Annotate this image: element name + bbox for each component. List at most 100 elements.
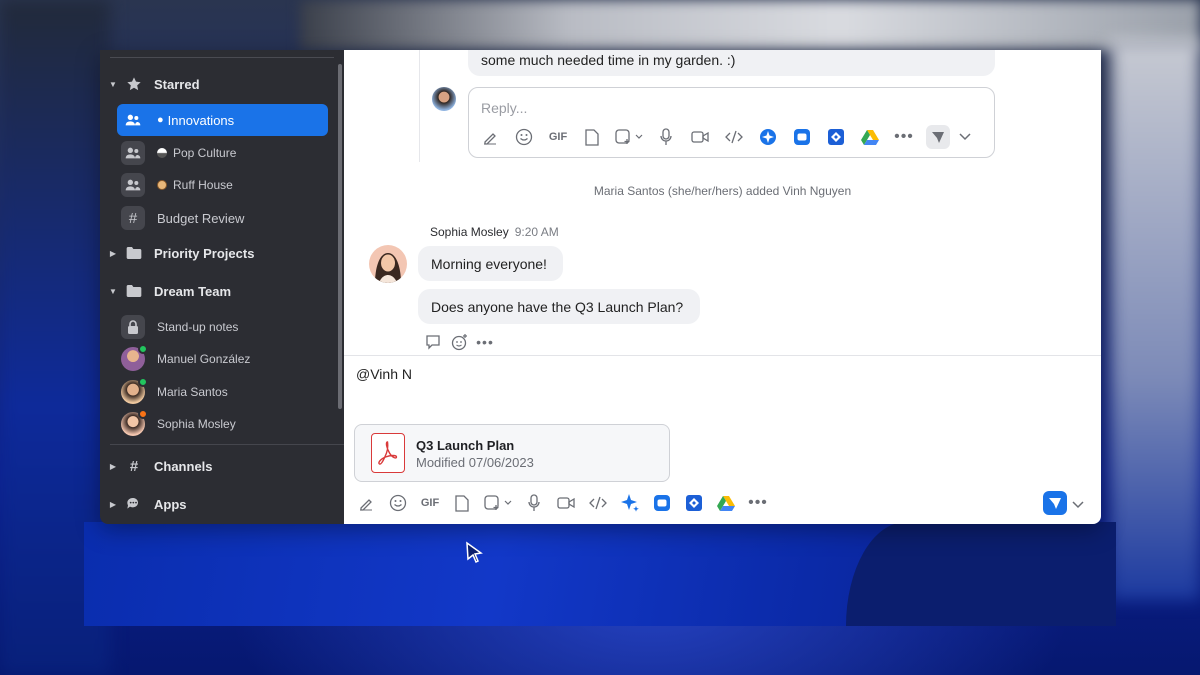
section-starred[interactable]: ▼ Starred: [100, 68, 336, 100]
folder-icon: [124, 243, 144, 263]
section-dream-team-label: Dream Team: [154, 283, 232, 299]
more-options-icon[interactable]: •••: [887, 123, 921, 151]
emoji-icon[interactable]: [382, 489, 414, 517]
sidebar-item-sophia-mosley[interactable]: Sophia Mosley: [117, 408, 328, 440]
sidebar: ▼ Starred ● Innovations Pop Culture Ruff…: [100, 50, 344, 524]
chevron-down-icon[interactable]: [955, 123, 975, 151]
presence-online-icon: [138, 377, 148, 387]
sidebar-item-label: Manuel González: [157, 352, 251, 366]
group-chat-icon: [121, 141, 145, 165]
sidebar-item-budget-review[interactable]: # Budget Review: [117, 202, 328, 234]
thread-line: [419, 50, 420, 162]
reply-thread-icon[interactable]: [420, 328, 446, 356]
sidebar-item-ruff-house[interactable]: Ruff House: [117, 169, 328, 201]
emoji-icon[interactable]: [507, 123, 541, 151]
video-clip-icon[interactable]: [550, 489, 582, 517]
format-text-icon[interactable]: [473, 123, 507, 151]
gif-icon[interactable]: GIF: [414, 489, 446, 517]
message-text: Does anyone have the Q3 Launch Plan?: [431, 298, 684, 315]
group-chat-icon: [121, 108, 145, 132]
more-options-icon[interactable]: •••: [742, 489, 774, 517]
screenshot-icon[interactable]: [609, 123, 649, 151]
microphone-icon[interactable]: [649, 123, 683, 151]
google-drive-icon[interactable]: [710, 489, 742, 517]
attachment-modified: Modified 07/06/2023: [416, 455, 534, 470]
sidebar-item-pop-culture[interactable]: Pop Culture: [117, 137, 328, 169]
lock-icon: [121, 315, 145, 339]
section-starred-label: Starred: [154, 76, 200, 92]
gif-icon[interactable]: GIF: [541, 123, 575, 151]
compose-input[interactable]: @Vinh N: [356, 366, 412, 382]
reply-toolbar: GIF •••: [473, 123, 975, 151]
star-icon: [124, 74, 144, 94]
message-text: Morning everyone!: [431, 255, 547, 272]
message-header: Sophia Mosley 9:20 AM: [430, 225, 559, 239]
caret-right-icon: ▶: [109, 499, 117, 509]
section-apps[interactable]: ▶ Apps: [100, 488, 336, 520]
group-chat-icon: [121, 173, 145, 197]
sidebar-item-label: Pop Culture: [173, 146, 237, 160]
sidebar-scrollbar[interactable]: [338, 64, 342, 409]
section-channels-label: Channels: [154, 458, 213, 474]
send-options-chevron-icon[interactable]: [1072, 496, 1084, 514]
avatar: [121, 377, 148, 404]
section-apps-label: Apps: [154, 496, 187, 512]
attachment-name: Q3 Launch Plan: [416, 438, 515, 453]
sidebar-item-label: Budget Review: [157, 210, 245, 226]
section-dream-team[interactable]: ▼ Dream Team: [100, 275, 336, 307]
file-icon[interactable]: [575, 123, 609, 151]
reply-placeholder: Reply...: [481, 100, 528, 116]
sender-name[interactable]: Sophia Mosley: [430, 225, 509, 239]
send-icon[interactable]: [921, 123, 955, 151]
google-drive-icon[interactable]: [853, 123, 887, 151]
send-icon: [1049, 498, 1061, 509]
ai-sparkle-icon[interactable]: [614, 489, 646, 517]
chat-panel: some much needed time in my garden. :) R…: [344, 50, 1101, 524]
apps-chat-bubble-icon: [124, 494, 144, 514]
code-snippet-icon[interactable]: [717, 123, 751, 151]
avatar: [432, 87, 456, 111]
mouse-cursor-icon: [465, 541, 485, 570]
send-button[interactable]: [1043, 491, 1067, 515]
disco-ball-emoji-icon: [157, 148, 167, 158]
sidebar-item-label: Stand-up notes: [157, 320, 239, 334]
sidebar-item-innovations[interactable]: ● Innovations: [117, 104, 328, 136]
message-bubble: Morning everyone!: [418, 246, 563, 281]
sidebar-divider: [110, 444, 344, 445]
sidebar-item-label: Maria Santos: [157, 385, 228, 399]
file-attachment[interactable]: Q3 Launch Plan Modified 07/06/2023: [354, 424, 670, 482]
desktop-wallpaper-panel: [84, 522, 1116, 626]
folder-icon: [124, 281, 144, 301]
jira-app-icon[interactable]: [678, 489, 710, 517]
sidebar-item-manuel-gonzalez[interactable]: Manuel González: [117, 343, 328, 375]
ai-companion-icon[interactable]: [751, 123, 785, 151]
section-priority-projects-label: Priority Projects: [154, 245, 255, 261]
section-priority-projects[interactable]: ▶ Priority Projects: [100, 237, 336, 269]
section-channels[interactable]: ▶ # Channels: [100, 450, 336, 482]
lightbulb-emoji-icon: ●: [157, 114, 164, 126]
avatar[interactable]: [369, 245, 407, 283]
screenshot-icon[interactable]: [478, 489, 518, 517]
format-text-icon[interactable]: [350, 489, 382, 517]
sidebar-divider: [110, 57, 334, 58]
add-reaction-icon[interactable]: [446, 328, 472, 356]
microphone-icon[interactable]: [518, 489, 550, 517]
message-bubble: some much needed time in my garden. :): [468, 50, 995, 76]
chat-app-window: ▼ Starred ● Innovations Pop Culture Ruff…: [100, 50, 1101, 524]
zoom-app-icon[interactable]: [646, 489, 678, 517]
caret-right-icon: ▶: [109, 461, 117, 471]
system-message: Maria Santos (she/her/hers) added Vinh N…: [593, 184, 852, 198]
presence-away-icon: [138, 409, 148, 419]
video-clip-icon[interactable]: [683, 123, 717, 151]
sidebar-item-maria-santos[interactable]: Maria Santos: [117, 376, 328, 408]
sidebar-item-stand-up-notes[interactable]: Stand-up notes: [117, 311, 328, 343]
code-snippet-icon[interactable]: [582, 489, 614, 517]
sidebar-item-label: Ruff House: [173, 178, 233, 192]
more-options-icon[interactable]: •••: [472, 328, 498, 356]
reply-input[interactable]: Reply... GIF •••: [468, 87, 995, 158]
file-icon[interactable]: [446, 489, 478, 517]
pdf-file-icon: [371, 433, 405, 473]
zoom-app-icon[interactable]: [785, 123, 819, 151]
caret-down-icon: ▼: [109, 286, 117, 296]
jira-app-icon[interactable]: [819, 123, 853, 151]
